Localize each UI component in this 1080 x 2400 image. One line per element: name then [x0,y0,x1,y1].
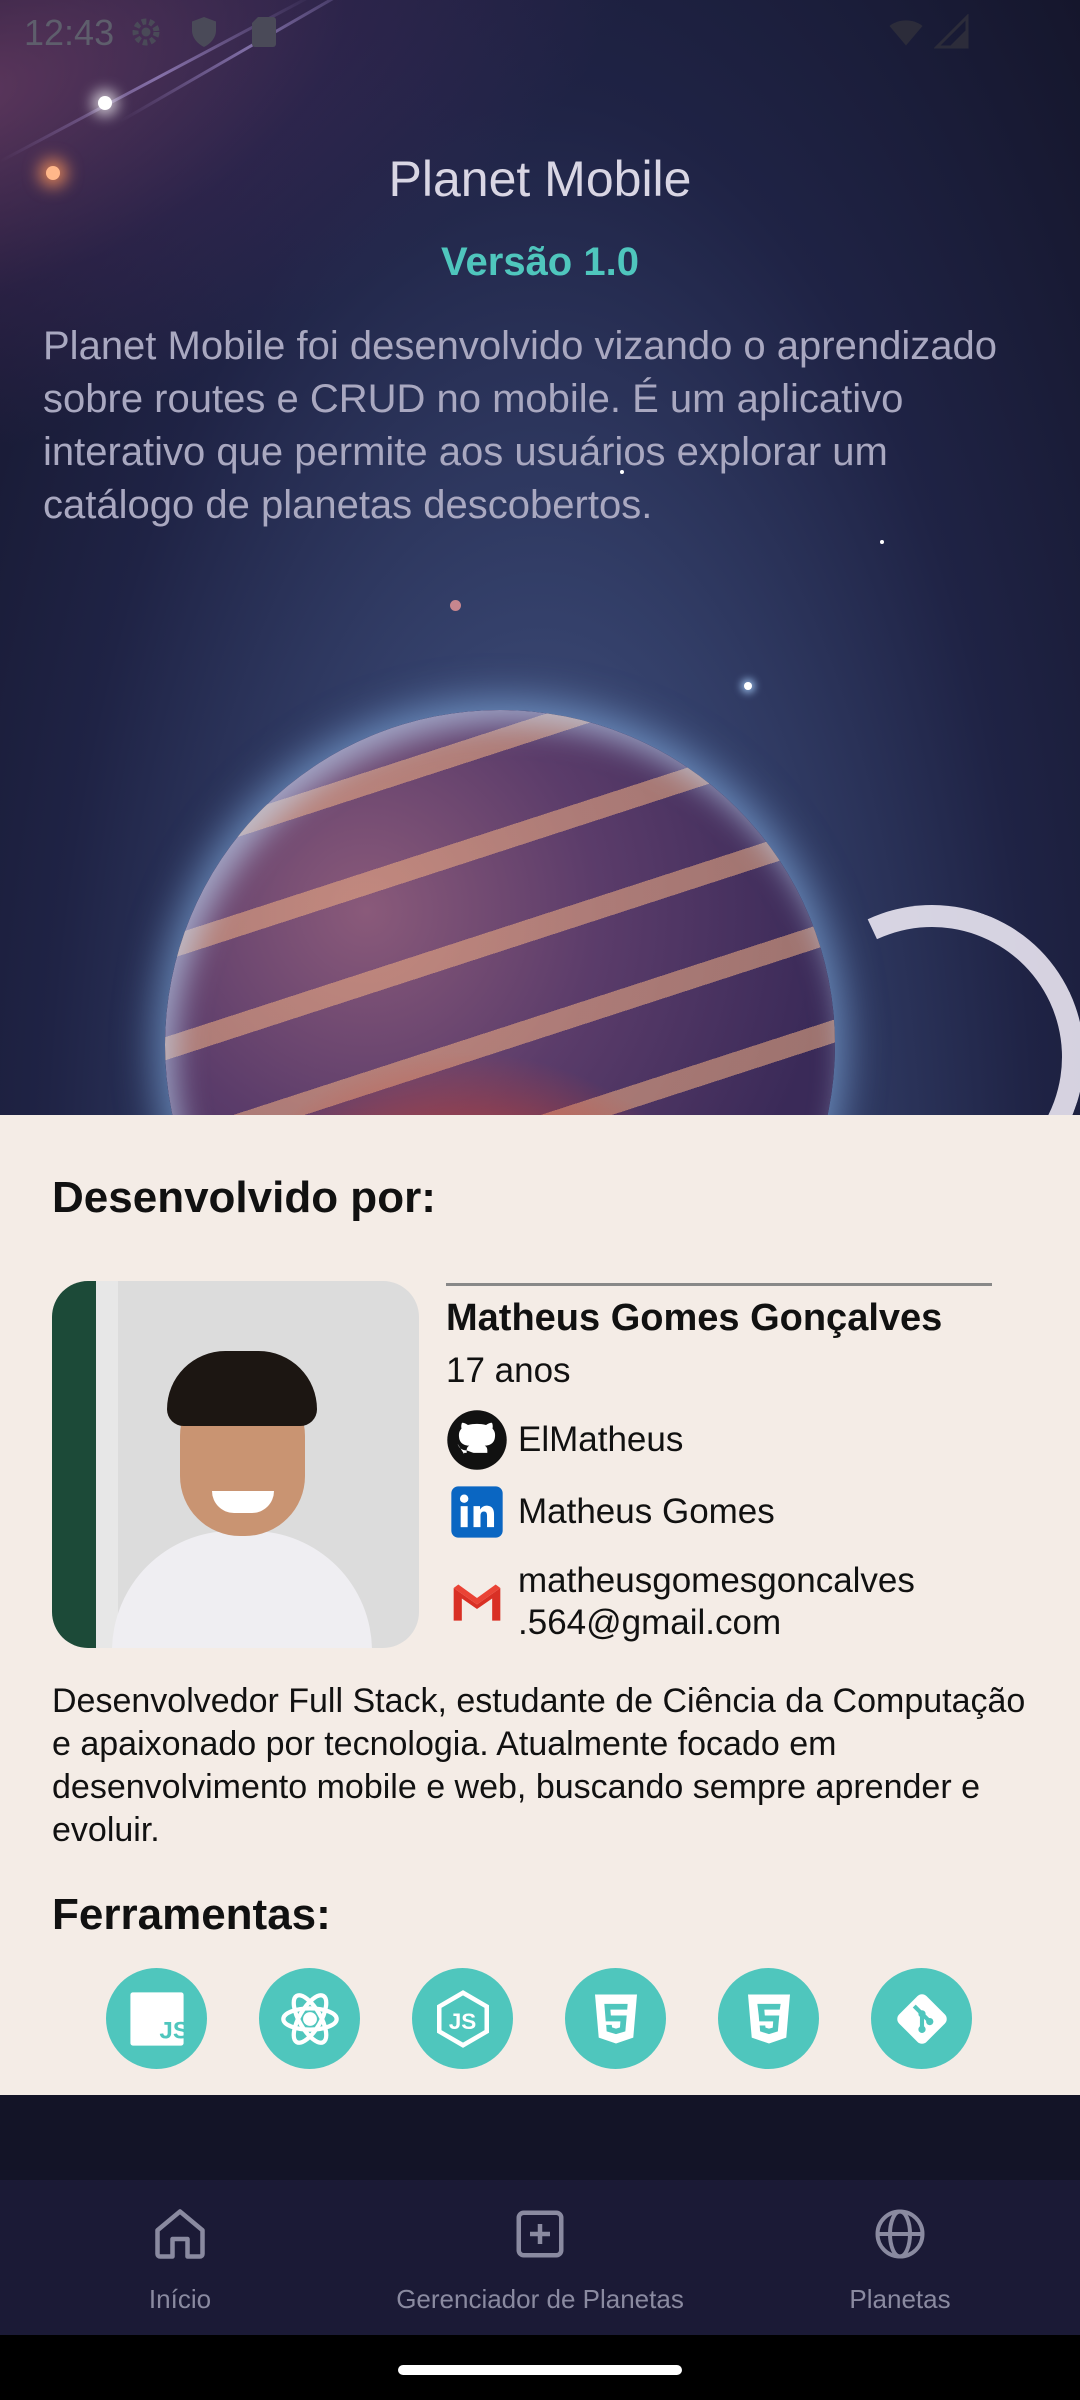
nav-label: Gerenciador de Planetas [396,2284,684,2314]
app-description: Planet Mobile foi desenvolvido vizando o… [43,324,997,527]
star [450,600,461,611]
home-icon [155,2209,205,2259]
developer-bio: Desenvolvedor Full Stack, estudante de C… [52,1682,1026,1849]
svg-text:JS: JS [448,2009,476,2034]
star [744,682,752,690]
developer-section-title: Desenvolvido por: [52,1173,436,1222]
sd-card-icon [252,17,276,47]
home-gesture-handle[interactable] [398,2365,682,2375]
bottom-navigation: Início Gerenciador de Planetas Planetas [0,2180,1080,2335]
tools-list: JS JS [106,1968,972,2069]
add-square-icon [516,2210,564,2258]
app-version: Versão 1.0 [441,240,639,284]
star [880,540,884,544]
nav-item-inicio[interactable]: Início [80,2180,280,2335]
nav-label: Início [148,2284,212,2314]
tools-section-title: Ferramentas: [52,1890,331,1939]
shield-icon [192,17,216,47]
javascript-icon: JS [106,1968,207,2069]
planet-illustration [165,710,835,1115]
svg-text:JS: JS [159,2017,186,2044]
nav-item-planetas[interactable]: Planetas [800,2180,1000,2335]
gmail-icon [446,1571,508,1633]
git-icon [871,1968,972,2069]
html5-icon [565,1968,666,2069]
settings-icon [132,18,160,46]
nav-label: Planetas [849,2284,951,2314]
linkedin-icon [446,1481,508,1543]
developer-name: Matheus Gomes Gonçalves [446,1297,943,1339]
github-link[interactable]: ElMatheus [446,1409,683,1471]
wifi-icon [889,20,923,46]
signal-icon [934,14,969,49]
developer-email: matheusgomesgoncalves .564@gmail.com [518,1561,915,1642]
status-bar: 12:43 [0,0,1080,64]
linkedin-name: Matheus Gomes [518,1492,775,1531]
linkedin-link[interactable]: Matheus Gomes [446,1481,775,1543]
nav-item-gerenciador[interactable]: Gerenciador de Planetas [370,2180,710,2335]
status-time: 12:43 [24,12,115,53]
github-icon [446,1409,508,1471]
globe-icon [875,2209,925,2259]
hero-banner: Planet Mobile Versão 1.0 Planet Mobile f… [0,0,1080,1115]
divider [446,1283,992,1286]
nodejs-icon: JS [412,1968,513,2069]
css3-icon [718,1968,819,2069]
react-icon [259,1968,360,2069]
email-link[interactable]: matheusgomesgoncalves .564@gmail.com [446,1560,915,1644]
developer-age: 17 anos [446,1351,571,1390]
app-title: Planet Mobile [388,151,692,207]
github-username: ElMatheus [518,1420,684,1459]
developer-photo [52,1281,419,1648]
star [98,96,112,110]
developer-card: Desenvolvido por: Matheus Gomes Gonçalve… [0,1115,1080,2095]
